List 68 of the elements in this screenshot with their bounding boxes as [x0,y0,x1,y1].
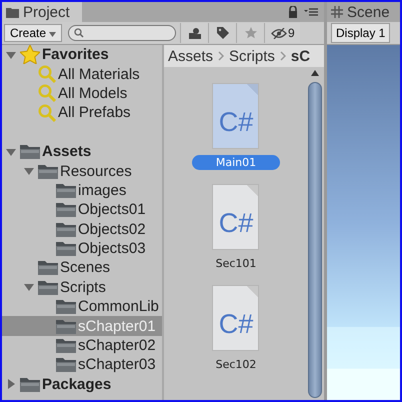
menu-icon[interactable] [304,7,318,17]
folder-icon [56,338,76,354]
folder-icon [38,260,58,276]
folder-icon [56,241,76,256]
tree-item[interactable]: All Prefabs [2,103,162,123]
tree-item[interactable]: Resources [2,161,162,181]
search-icon [38,65,56,84]
caret-icon [49,32,56,37]
shapes-icon [188,28,201,38]
project-tab[interactable]: Project [2,2,82,22]
tree-item[interactable]: Objects02 [2,220,162,239]
tree-item[interactable]: All Materials [2,64,162,84]
tree-item[interactable]: images [2,180,162,200]
folder-icon [56,357,76,372]
hidden-packages-button[interactable]: 9 [264,23,300,43]
folder-icon [38,280,58,295]
star-icon [244,27,257,39]
tree-item[interactable]: Favorites [2,45,162,64]
label-filter-button[interactable] [208,23,236,43]
chevron-icon [280,51,286,61]
tree-item[interactable]: Objects03 [2,238,162,258]
expanded-arrow-icon[interactable] [24,282,34,292]
tree-item[interactable]: All Models [2,84,162,104]
star-icon [20,45,40,64]
folder-icon [56,318,76,334]
tree-item[interactable]: CommonLib [2,297,162,316]
search-icon [38,104,56,122]
tree-item[interactable]: Packages [2,374,162,394]
chevron-icon [218,51,224,61]
folder-icon [6,6,19,18]
grid-icon [331,6,343,18]
scroll-up-icon[interactable] [311,70,319,76]
expanded-arrow-icon[interactable] [6,50,16,60]
scene-tab[interactable]: Scene [327,2,400,22]
tag-icon [216,27,229,39]
tree-item[interactable]: Assets [2,142,162,162]
file-name[interactable]: Sec102 [192,357,280,372]
folder-icon [56,299,76,314]
file-type-label: C# [218,208,254,239]
search-icon [74,28,84,38]
expanded-arrow-icon[interactable] [24,166,34,176]
file-name[interactable]: Sec101 [192,256,280,271]
file-type-label: C# [218,107,254,138]
tree-item[interactable]: sChapter03 [2,355,162,375]
search-icon [38,84,56,102]
tree-item[interactable]: Objects01 [2,200,162,220]
file-name[interactable]: Main01 [192,155,280,170]
breadcrumb-item[interactable]: Scripts [229,48,275,64]
type-filter-button[interactable] [180,23,208,43]
expanded-arrow-icon[interactable] [6,146,16,157]
breadcrumb-item[interactable]: Assets [168,48,214,64]
folder-icon [20,376,40,392]
lock-icon[interactable] [288,6,298,18]
tree-item[interactable]: sChapter02 [2,336,162,356]
search-field[interactable] [68,25,176,41]
display-dropdown[interactable]: Display 1 [331,23,390,43]
breadcrumb-item[interactable]: sC [290,48,310,64]
file-type-label: C# [218,309,254,340]
hidden-eye-icon [271,28,288,38]
folder-icon [20,144,40,160]
folder-icon [56,202,76,218]
folder-icon [56,222,76,237]
tree-item[interactable]: Scenes [2,258,162,278]
tree-item[interactable]: Scripts [2,278,162,298]
collapsed-arrow-icon[interactable] [6,379,16,390]
folder-icon [56,182,76,198]
folder-icon [38,164,58,179]
create-dropdown[interactable]: Create [4,24,62,42]
